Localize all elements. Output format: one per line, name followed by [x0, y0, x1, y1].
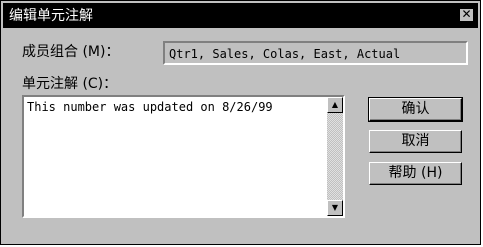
down-arrow-icon: ▼: [331, 203, 339, 212]
cancel-button[interactable]: 取消: [369, 130, 462, 153]
ok-button[interactable]: 确认: [368, 97, 463, 122]
member-combo-label: 成员组合 (M)：: [22, 44, 120, 60]
edit-cell-note-dialog: 编辑单元注解 ✕ 成员组合 (M)： Qtr1, Sales, Colas, E…: [0, 0, 481, 245]
scroll-down-button[interactable]: ▼: [327, 200, 343, 216]
member-combo-field: Qtr1, Sales, Colas, East, Actual: [163, 41, 468, 65]
scroll-up-button[interactable]: ▲: [327, 97, 343, 113]
window-title: 编辑单元注解: [9, 8, 93, 24]
cell-note-text: This number was updated on 8/26/99: [27, 100, 273, 114]
close-button[interactable]: ✕: [459, 8, 474, 22]
cell-note-textarea[interactable]: This number was updated on 8/26/99 ▲ ▼: [22, 95, 345, 218]
member-combo-value: Qtr1, Sales, Colas, East, Actual: [169, 47, 401, 61]
close-icon: ✕: [461, 7, 472, 21]
help-button[interactable]: 帮助 (H): [369, 162, 462, 185]
vertical-scrollbar[interactable]: ▲ ▼: [327, 97, 343, 216]
title-bar: 编辑单元注解 ✕: [3, 3, 478, 28]
cell-note-label: 单元注解 (C)：: [22, 76, 118, 92]
up-arrow-icon: ▲: [331, 100, 339, 109]
